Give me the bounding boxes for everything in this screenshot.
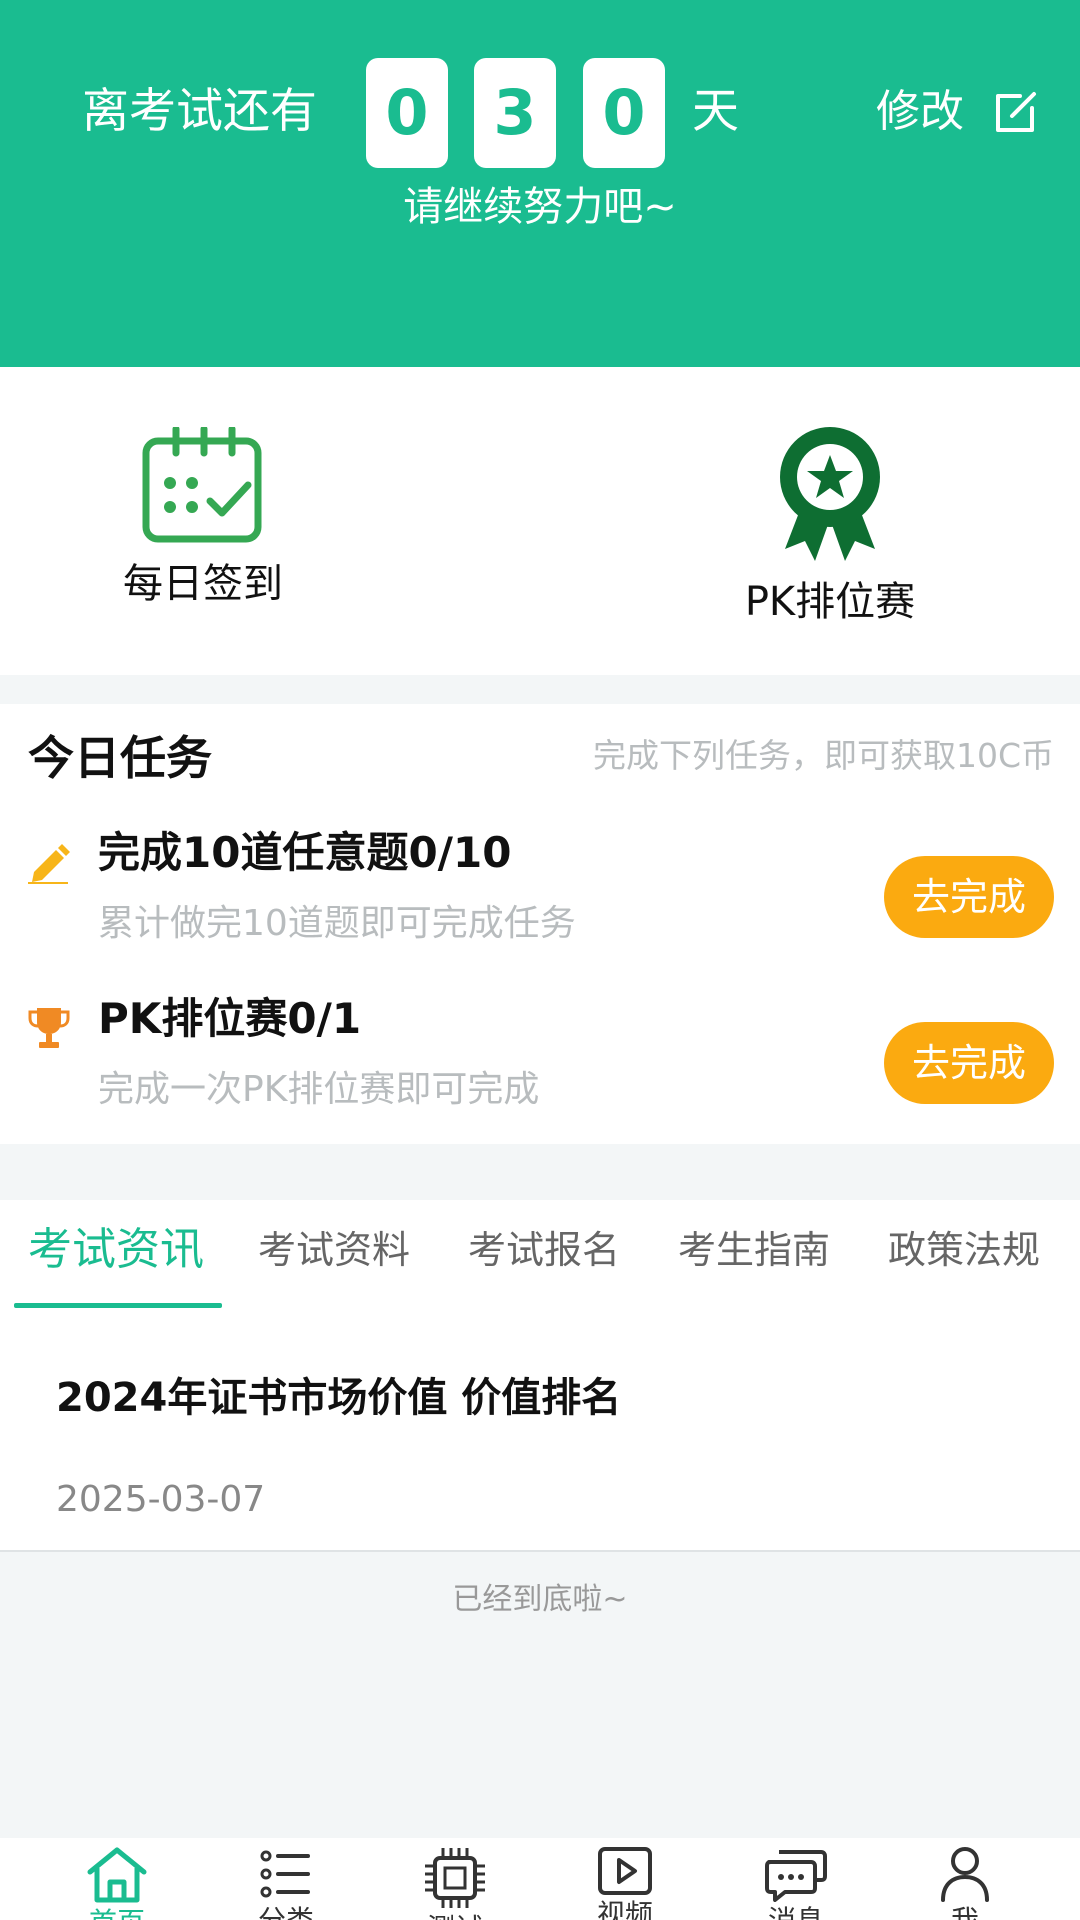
task-item: PK排位赛0/1 完成一次PK排位赛即可完成 去完成 xyxy=(0,988,1080,1148)
user-icon xyxy=(941,1847,989,1902)
go-complete-button[interactable]: 去完成 xyxy=(884,1022,1054,1104)
nav-label: 测试 xyxy=(395,1912,515,1920)
tab-candidate-guide[interactable]: 考生指南 xyxy=(678,1220,830,1280)
nav-messages[interactable]: 消息 xyxy=(736,1846,856,1920)
quick-label: PK排位赛 xyxy=(744,579,916,625)
daily-tasks-panel: 今日任务 完成下列任务，即可获取10C币 完成10道任意题0/10 累计做完10… xyxy=(0,704,1080,1144)
pencil-icon xyxy=(28,844,70,884)
task-title: PK排位赛0/1 xyxy=(98,994,362,1043)
play-icon xyxy=(598,1847,652,1895)
nav-label: 消息 xyxy=(736,1904,856,1920)
task-title: 完成10道任意题0/10 xyxy=(98,828,512,877)
nav-label: 视频 xyxy=(596,1898,653,1920)
nav-label: 我 xyxy=(905,1904,1025,1920)
countdown-digit: 3 xyxy=(474,58,556,168)
bottom-nav: 首页 分类 测试 视频 xyxy=(0,1838,1080,1920)
tab-exam-news[interactable]: 考试资讯 xyxy=(28,1220,204,1280)
day-unit: 天 xyxy=(692,84,739,139)
countdown-digit: 0 xyxy=(583,58,665,168)
task-desc: 完成一次PK排位赛即可完成 xyxy=(98,1069,540,1110)
tab-policies[interactable]: 政策法规 xyxy=(888,1220,1040,1280)
trophy-icon xyxy=(28,1008,70,1048)
chat-icon xyxy=(765,1850,827,1902)
countdown-label: 离考试还有 xyxy=(82,84,317,139)
quick-actions: 每日签到 PK排位赛 xyxy=(0,367,1080,675)
chip-icon xyxy=(425,1848,485,1908)
encourage-text: 请继续努力吧~ xyxy=(403,184,677,230)
nav-label: 分类 xyxy=(226,1904,346,1920)
edit-icon[interactable] xyxy=(990,88,1040,138)
tab-exam-registration[interactable]: 考试报名 xyxy=(468,1220,620,1280)
calendar-check-icon xyxy=(142,427,262,543)
countdown-header: 离考试还有 0 3 0 天 修改 请继续努力吧~ xyxy=(0,0,1080,367)
daily-signin-button[interactable]: 每日签到 xyxy=(53,427,353,609)
tab-exam-materials[interactable]: 考试资料 xyxy=(258,1220,410,1280)
go-complete-button[interactable]: 去完成 xyxy=(884,856,1054,938)
award-ribbon-icon xyxy=(780,427,880,561)
task-item: 完成10道任意题0/10 累计做完10道题即可完成任务 去完成 xyxy=(0,822,1080,982)
news-title: 2024年证书市场价值 价值排名 xyxy=(56,1375,622,1421)
nav-test[interactable]: 测试 xyxy=(395,1846,515,1920)
home-icon xyxy=(87,1847,147,1903)
list-icon xyxy=(260,1850,310,1898)
nav-category[interactable]: 分类 xyxy=(226,1846,346,1920)
pk-ranking-button[interactable]: PK排位赛 xyxy=(680,427,980,627)
nav-video[interactable]: 视频 xyxy=(565,1846,685,1920)
edit-button[interactable]: 修改 xyxy=(876,84,964,140)
nav-label: 首页 xyxy=(57,1906,177,1920)
news-date: 2025-03-07 xyxy=(56,1479,266,1520)
end-of-list-text: 已经到底啦~ xyxy=(452,1582,628,1617)
quick-label: 每日签到 xyxy=(123,561,283,607)
task-desc: 累计做完10道题即可完成任务 xyxy=(98,903,576,944)
nav-profile[interactable]: 我 xyxy=(905,1846,1025,1920)
category-tabs: 考试资讯 考试资料 考试报名 考生指南 政策法规 xyxy=(0,1200,1080,1308)
tasks-hint: 完成下列任务，即可获取10C币 xyxy=(592,736,1054,775)
news-item[interactable]: 2024年证书市场价值 价值排名 2025-03-07 xyxy=(0,1308,1080,1552)
tasks-title: 今日任务 xyxy=(28,731,212,785)
nav-home[interactable]: 首页 xyxy=(57,1846,177,1920)
countdown-digit: 0 xyxy=(366,58,448,168)
